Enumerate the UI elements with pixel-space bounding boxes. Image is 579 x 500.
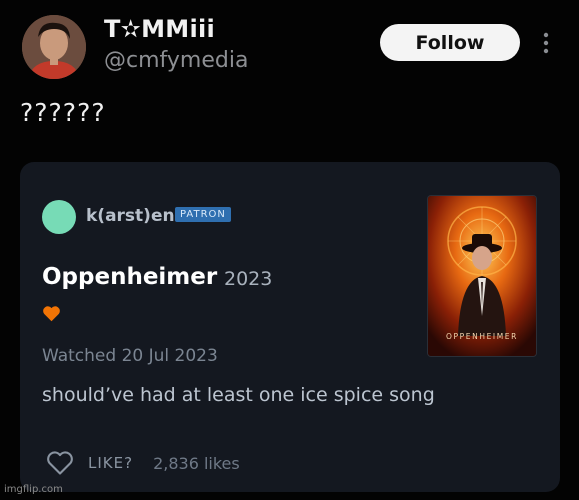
watched-date: Watched 20 Jul 2023 (42, 346, 218, 366)
reviewer-avatar[interactable] (42, 200, 76, 234)
author-avatar[interactable] (22, 15, 86, 79)
like-button[interactable]: LIKE? (88, 454, 133, 472)
like-count[interactable]: 2,836 likes (153, 454, 240, 473)
liked-heart-icon (42, 305, 61, 322)
tweet-text: ?????? (20, 98, 106, 127)
poster-caption: OPPENHEIMER (446, 332, 518, 341)
film-title[interactable]: Oppenheimer (42, 264, 217, 290)
author-display-name[interactable]: T✫MMiii (104, 15, 215, 43)
author-handle[interactable]: @cmfymedia (104, 48, 248, 73)
reviewer-username[interactable]: k(arst)en (86, 206, 175, 226)
like-heart-icon[interactable] (46, 450, 74, 476)
film-year[interactable]: 2023 (224, 268, 272, 290)
film-poster[interactable]: OPPENHEIMER (428, 196, 536, 356)
screenshot-page: T✫MMiii @cmfymedia Follow ?????? k(arst)… (0, 0, 579, 500)
patron-badge: PATRON (175, 207, 231, 222)
more-options-icon[interactable] (538, 30, 554, 58)
follow-button[interactable]: Follow (380, 24, 520, 61)
like-row: LIKE? 2,836 likes (46, 450, 240, 476)
review-text: should’ve had at least one ice spice son… (42, 384, 435, 406)
quoted-review-card[interactable]: k(arst)en PATRON Oppenheimer 2023 Watche… (20, 162, 560, 492)
imgflip-watermark: imgflip.com (4, 484, 63, 495)
